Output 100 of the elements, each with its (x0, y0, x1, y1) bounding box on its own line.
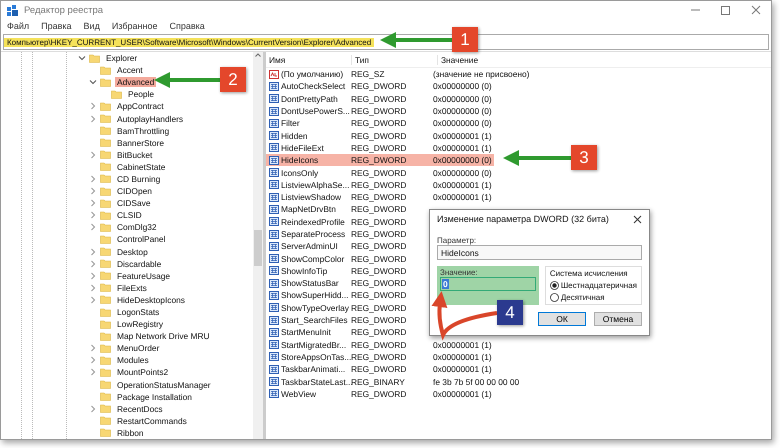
folder-icon (100, 283, 111, 292)
menu-item[interactable]: Справка (169, 21, 205, 31)
chevron-right-icon[interactable] (88, 198, 98, 208)
tree-item[interactable]: RecentDocs (115, 404, 165, 414)
selected-row[interactable]: HideIcons REG_DWORD 0x00000000 (0) (266, 154, 494, 166)
folder-icon (100, 126, 111, 136)
annotation-arrow (380, 32, 452, 48)
folder-icon (100, 210, 111, 220)
tree-item[interactable]: CD Burning (115, 174, 162, 184)
chevron-right-icon[interactable] (88, 246, 98, 257)
table-cell-text: REG_BINARY (351, 376, 406, 387)
chevron-right-icon[interactable] (88, 367, 98, 378)
menu-item[interactable]: Правка (41, 21, 72, 31)
chevron-right-icon[interactable] (88, 258, 98, 269)
address-field[interactable]: Компьютер\HKEY_CURRENT_USER\Software\Microsoft\Windows\CurrentVersion\Explorer\Advanced (4, 38, 374, 46)
tree-item[interactable]: CIDSave (115, 198, 153, 208)
dialog-button[interactable]: ОК (538, 312, 586, 326)
tree-item[interactable]: Ribbon (115, 428, 146, 438)
tree-item[interactable]: FileExts (115, 282, 149, 293)
tree-item[interactable]: AutoplayHandlers (115, 114, 186, 124)
folder-icon (100, 78, 111, 87)
tree-item[interactable]: Explorer (104, 53, 140, 64)
table-cell: WebView (281, 388, 316, 399)
tree-item[interactable]: Discardable (115, 258, 164, 269)
binary-value-icon (269, 377, 279, 386)
binary-value-icon (269, 328, 279, 337)
annotation-arrow (154, 72, 220, 88)
column-header[interactable]: Значение (437, 54, 482, 64)
tree-item[interactable]: RestartCommands (115, 416, 189, 426)
tree-item[interactable]: Accent (115, 65, 145, 76)
tree-item[interactable]: ControlPanel (115, 234, 168, 244)
binary-value-icon (269, 316, 279, 325)
table-cell-text: REG_DWORD (351, 94, 408, 104)
scroll-up-icon[interactable] (254, 52, 262, 58)
tree-item[interactable]: LowRegistry (115, 319, 166, 330)
table-cell-text: 0x00000000 (0) (433, 106, 493, 116)
radio-button[interactable] (550, 281, 559, 290)
table-cell-text: 0x00000001 (1) (433, 142, 493, 153)
tree-item[interactable]: BannerStore (115, 138, 166, 148)
folder-icon (100, 332, 111, 341)
column-header[interactable]: Тип (351, 54, 437, 64)
tree-item[interactable]: CabinetState (115, 162, 168, 172)
chevron-right-icon[interactable] (88, 270, 98, 281)
table-cell: TaskbarAnimati... (281, 364, 346, 374)
tree-item[interactable]: LogonStats (115, 307, 162, 318)
close-icon[interactable] (633, 214, 642, 224)
chevron-right-icon[interactable] (88, 101, 98, 112)
tree-item[interactable]: MenuOrder (115, 343, 162, 354)
binary-value-icon (269, 266, 279, 276)
menu-item[interactable]: Избранное (112, 21, 158, 31)
tree-item[interactable]: ComDlg32 (115, 222, 159, 232)
folder-icon (100, 320, 111, 329)
chevron-right-icon[interactable] (88, 404, 98, 414)
binary-value-icon (269, 303, 279, 312)
tree-item[interactable]: HideDesktopIcons (115, 294, 187, 305)
table-cell-text: REG_DWORD (351, 142, 408, 153)
string-value-icon (269, 70, 279, 79)
tree-item[interactable]: Desktop (115, 246, 150, 257)
chevron-right-icon[interactable] (88, 150, 98, 160)
table-cell: ShowSuperHidd... (281, 290, 349, 300)
radio-button[interactable] (550, 293, 559, 302)
chevron-right-icon[interactable] (88, 114, 98, 124)
folder-icon (100, 344, 111, 353)
tree-item[interactable]: Map Network Drive MRU (115, 331, 212, 342)
tree-item[interactable]: FeatureUsage (115, 270, 172, 281)
table-cell-text: REG_DWORD (351, 315, 408, 326)
chevron-right-icon[interactable] (88, 294, 98, 305)
chevron-right-icon[interactable] (88, 355, 98, 366)
chevron-right-icon[interactable] (88, 282, 98, 293)
tree-item[interactable]: BamThrottling (115, 126, 172, 136)
tree-item[interactable]: OperationStatusManager (115, 380, 213, 390)
value-field[interactable]: 0 (440, 277, 536, 291)
chevron-right-icon[interactable] (88, 210, 98, 220)
folder-icon (100, 380, 111, 390)
menu-item[interactable]: Вид (84, 21, 100, 31)
tree-item[interactable]: CIDOpen (115, 186, 154, 196)
binary-value-icon (269, 118, 279, 128)
menu-item[interactable]: Файл (7, 21, 30, 31)
table-cell-text: REG_DWORD (351, 130, 408, 141)
tree-item[interactable]: Modules (115, 355, 151, 366)
tree-item[interactable]: Advanced (115, 77, 156, 88)
scrollbar-thumb[interactable] (254, 230, 262, 266)
chevron-right-icon[interactable] (88, 343, 98, 354)
chevron-right-icon[interactable] (88, 186, 98, 196)
binary-value-icon (269, 352, 279, 362)
tree-item[interactable]: People (126, 89, 156, 100)
dialog-button[interactable]: Отмена (594, 312, 642, 326)
tree-item[interactable]: AppContract (115, 101, 166, 112)
tree-item[interactable]: CLSID (115, 210, 144, 220)
column-header[interactable]: Имя (266, 54, 351, 64)
chevron-right-icon[interactable] (88, 174, 98, 184)
tree-item[interactable]: Package Installation (115, 392, 194, 402)
table-cell-text: 0x00000001 (1) (433, 340, 493, 350)
chevron-right-icon[interactable] (88, 222, 98, 232)
table-cell-text: REG_DWORD (351, 388, 408, 399)
name-field[interactable]: HideIcons (437, 245, 642, 260)
tree-item[interactable]: BitBucket (115, 150, 154, 160)
folder-icon (100, 222, 111, 232)
table-cell-text: REG_DWORD (351, 254, 408, 264)
tree-item[interactable]: MountPoints2 (115, 367, 170, 378)
